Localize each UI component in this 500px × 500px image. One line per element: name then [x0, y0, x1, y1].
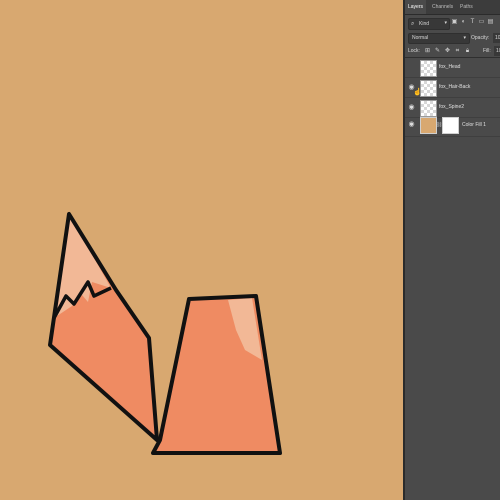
lock-all-icon[interactable]: 🔒︎ — [464, 47, 471, 55]
color-fill-thumbnail[interactable] — [420, 117, 437, 134]
hand-cursor-icon: ☝ — [413, 89, 422, 96]
fox-artwork — [48, 212, 282, 455]
layer-row-color-fill-1[interactable]: ◉ ⛓ Color Fill 1 — [405, 114, 500, 137]
layer-mask-thumbnail[interactable] — [442, 117, 459, 134]
layer-name: Color Fill 1 — [462, 122, 486, 128]
tab-paths[interactable]: Paths — [457, 0, 476, 14]
visibility-off-slot[interactable] — [407, 63, 416, 72]
tab-layers[interactable]: Layers — [405, 0, 427, 14]
blend-mode-value: Normal — [412, 35, 429, 41]
layer-name: fox_Head — [439, 64, 461, 70]
blend-mode-select[interactable]: Normal ▾ — [408, 33, 470, 44]
lock-artboard-icon[interactable]: ⌗ — [454, 47, 461, 55]
fill-label: Fill: — [483, 48, 491, 54]
panel-tabs: Layers Channels Paths — [405, 0, 500, 15]
lock-transparent-icon[interactable]: ⊞ — [424, 47, 431, 55]
fill-field[interactable]: 100 — [494, 46, 500, 56]
opacity-field[interactable]: 100 — [493, 33, 500, 43]
document-canvas[interactable] — [0, 0, 403, 500]
type-filter-icon[interactable]: T — [469, 19, 476, 26]
layer-thumbnail — [420, 80, 437, 97]
smart-object-filter-icon[interactable]: ▤ — [487, 19, 494, 26]
kind-filter-value: Kind — [419, 21, 430, 27]
eye-icon[interactable]: ◉ — [407, 120, 416, 129]
search-icon: ⌕ — [411, 21, 415, 27]
layers-panel: Layers Channels Paths ⌕ Kind ▾ ▣ ◐ T ▭ ▤… — [405, 0, 500, 500]
layer-thumbnail — [420, 60, 437, 77]
lock-position-icon[interactable]: ✥ — [444, 47, 451, 55]
adjustment-filter-icon[interactable]: ◐ — [460, 19, 467, 26]
kind-filter-select[interactable]: ⌕ Kind ▾ — [408, 18, 450, 30]
layer-row-fox-head[interactable]: fox_Head — [405, 58, 500, 78]
chevron-down-icon: ▾ — [444, 20, 447, 26]
shape-filter-icon[interactable]: ▭ — [478, 19, 485, 26]
pixel-filter-icon[interactable]: ▣ — [451, 19, 458, 26]
layer-name: fox_Hair-Back — [439, 84, 471, 90]
opacity-label: Opacity: — [471, 35, 490, 41]
chevron-down-icon: ▾ — [463, 35, 466, 41]
lock-paint-icon[interactable]: ✎ — [434, 47, 441, 55]
tab-channels[interactable]: Channels — [429, 0, 456, 14]
lock-label: Lock: — [408, 48, 420, 54]
eye-icon[interactable]: ◉ — [407, 103, 416, 112]
